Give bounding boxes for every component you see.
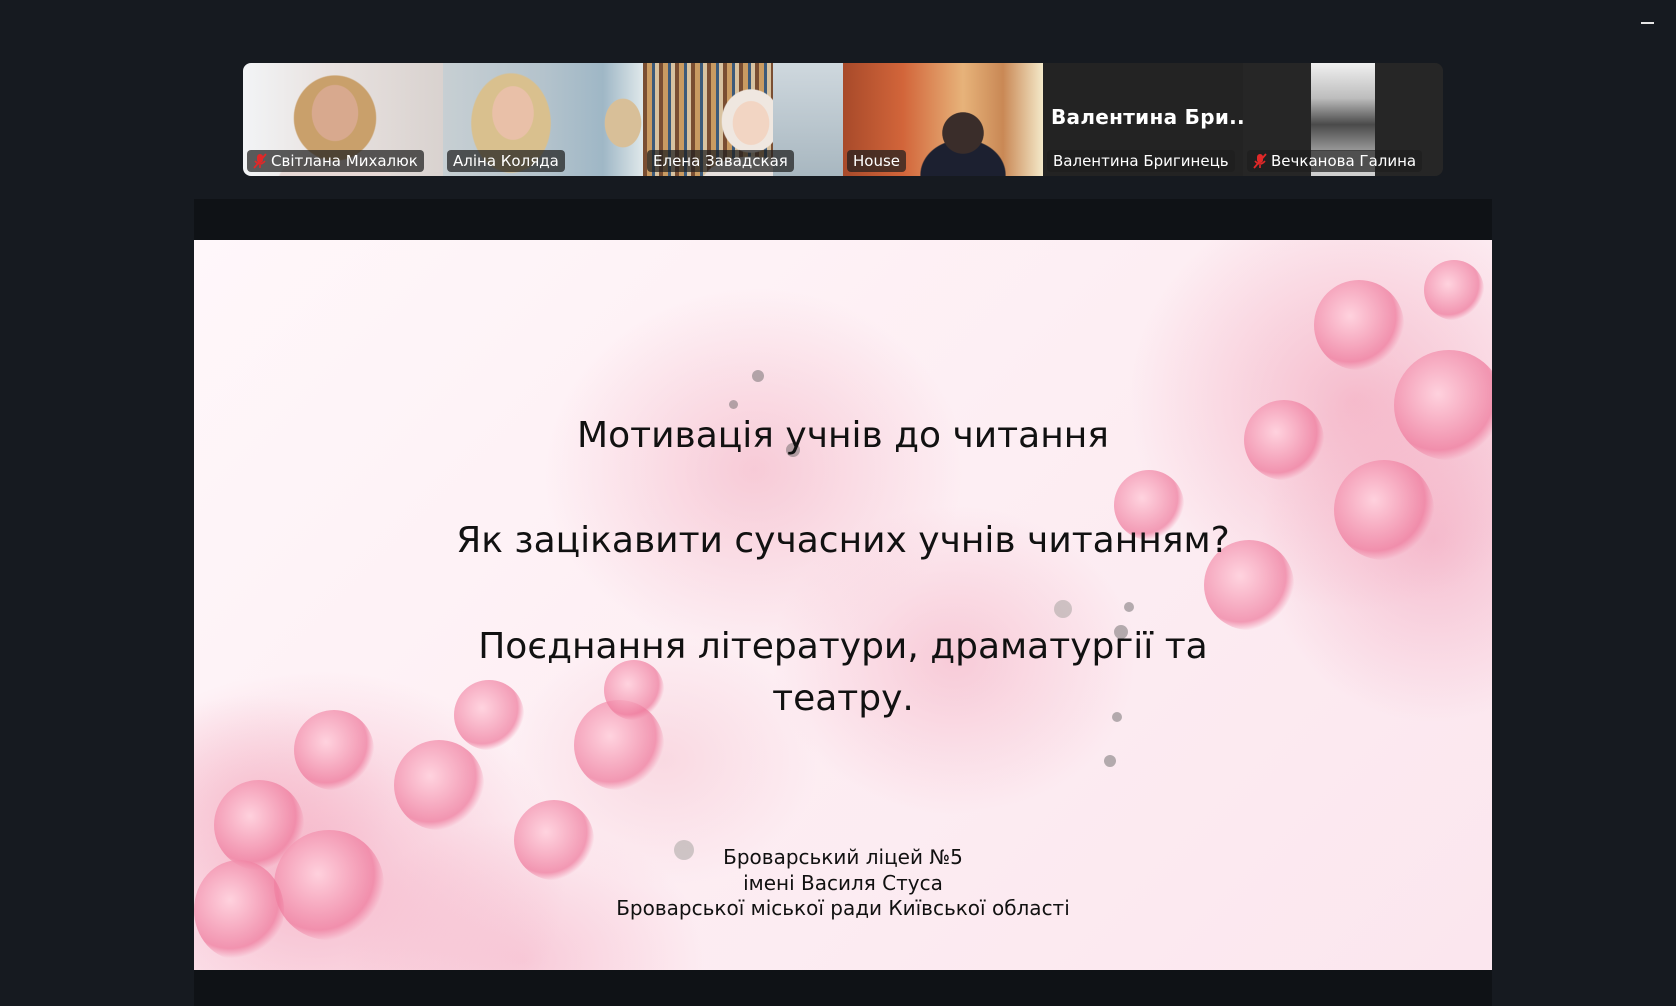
- participant-tile[interactable]: Елена Завадская: [643, 63, 843, 176]
- slide-title: Мотивація учнів до читання: [577, 415, 1109, 456]
- minimize-button[interactable]: [1634, 8, 1660, 34]
- participant-tile-video-off[interactable]: Валентина Бри... Валентина Бригинець: [1043, 63, 1243, 176]
- flower-decoration: [394, 740, 484, 830]
- slide-footer-line: Броварський ліцей №5: [723, 845, 963, 869]
- slide-subtitle: Як зацікавити сучасних учнів читанням?: [456, 520, 1230, 561]
- participant-strip: Світлана Михалюк Аліна Коляда Елена Зава…: [243, 63, 1443, 176]
- participant-tile[interactable]: Світлана Михалюк: [243, 63, 443, 176]
- participant-display-name: Валентина Бри...: [1051, 105, 1243, 129]
- participant-name-tag: Світлана Михалюк: [247, 150, 424, 172]
- participant-name-tag: Елена Завадская: [647, 150, 794, 172]
- flower-decoration: [1424, 260, 1484, 320]
- participant-name: Елена Завадская: [653, 152, 788, 170]
- participant-name-tag: Аліна Коляда: [447, 150, 565, 172]
- participant-name: Валентина Бригинець: [1053, 152, 1229, 170]
- slide-text-line: театру.: [772, 678, 914, 719]
- flower-decoration: [1314, 280, 1404, 370]
- participant-tile[interactable]: Вечканова Галина: [1243, 63, 1443, 176]
- minimize-icon: [1640, 21, 1654, 24]
- participant-name: Аліна Коляда: [453, 152, 559, 170]
- participant-name-tag: Валентина Бригинець: [1047, 150, 1235, 172]
- participant-name: Світлана Михалюк: [271, 152, 418, 170]
- participant-tile[interactable]: House: [843, 63, 1043, 176]
- mic-muted-icon: [253, 153, 267, 169]
- participant-name-tag: Вечканова Галина: [1247, 150, 1423, 172]
- meeting-window: Світлана Михалюк Аліна Коляда Елена Зава…: [0, 0, 1676, 1006]
- participant-name: House: [853, 152, 901, 170]
- participant-name-tag: House: [847, 150, 907, 172]
- slide-footer-line: імені Василя Стуса: [743, 871, 943, 895]
- participant-name: Вечканова Галина: [1271, 152, 1417, 170]
- slide-text-line: Поєднання літератури, драматургії та: [478, 626, 1208, 667]
- participant-tile-active-speaker[interactable]: Аліна Коляда: [443, 63, 643, 176]
- presentation-slide: Мотивація учнів до читання Як зацікавити…: [194, 240, 1492, 970]
- slide-footer-line: Броварської міської ради Київської облас…: [616, 896, 1070, 920]
- mic-muted-icon: [1253, 153, 1267, 169]
